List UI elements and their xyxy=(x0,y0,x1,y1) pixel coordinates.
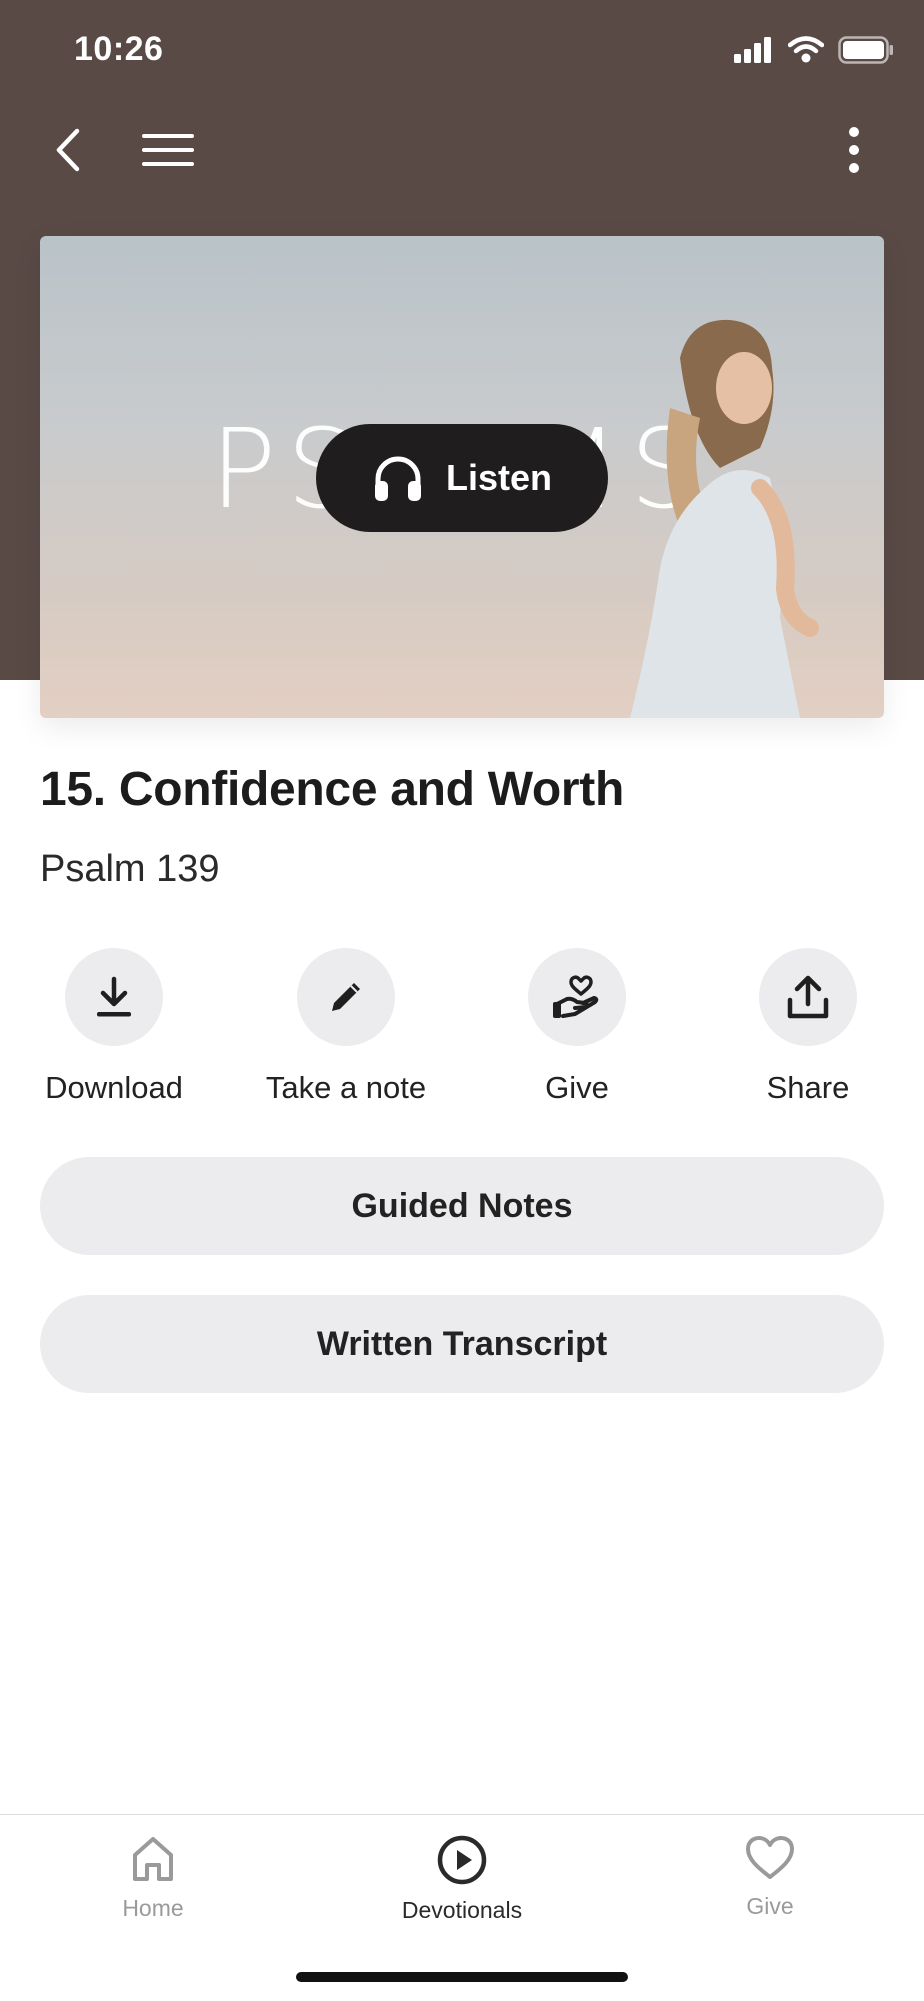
action-row: Download Take a note Give Share xyxy=(0,948,924,1118)
download-icon xyxy=(97,976,131,1017)
episode-passage: Psalm 139 xyxy=(40,848,220,890)
nav-bar xyxy=(0,110,924,190)
share-action-circle xyxy=(759,948,857,1046)
take-note-action-circle xyxy=(297,948,395,1046)
share-label: Share xyxy=(766,1070,850,1105)
play-circle-icon xyxy=(437,1835,487,1885)
home-icon xyxy=(133,1837,173,1881)
status-icons xyxy=(734,36,894,64)
more-options-button[interactable] xyxy=(814,110,894,190)
download-action-circle xyxy=(65,948,163,1046)
tab-devotionals[interactable]: Devotionals xyxy=(362,1835,562,1924)
give-label: Give xyxy=(545,1070,609,1105)
pencil-icon xyxy=(332,983,360,1011)
episode-artwork: PSALMS Listen xyxy=(40,236,884,718)
home-indicator xyxy=(296,1972,628,1982)
tab-give-label: Give xyxy=(746,1893,794,1919)
menu-button[interactable] xyxy=(128,110,208,190)
share-action[interactable]: Share xyxy=(708,948,908,1106)
back-button[interactable] xyxy=(28,110,108,190)
tab-home-label: Home xyxy=(122,1895,184,1921)
listen-label: Listen xyxy=(445,457,552,498)
tab-devotionals-label: Devotionals xyxy=(401,1897,523,1923)
battery-icon xyxy=(838,36,893,64)
heart-icon xyxy=(746,1836,794,1879)
written-transcript-button[interactable]: Written Transcript xyxy=(40,1295,884,1393)
download-label: Download xyxy=(45,1070,183,1105)
tab-home[interactable]: Home xyxy=(53,1835,253,1922)
more-vertical-icon xyxy=(849,127,859,173)
guided-notes-button[interactable]: Guided Notes xyxy=(40,1157,884,1255)
status-time: 10:26 xyxy=(74,30,164,68)
tab-give[interactable]: Give xyxy=(670,1835,870,1920)
chevron-left-icon xyxy=(56,128,80,172)
headphones-icon xyxy=(374,456,421,501)
listen-button[interactable]: Listen xyxy=(316,424,608,532)
take-note-action[interactable]: Take a note xyxy=(246,948,446,1106)
hamburger-icon xyxy=(142,134,194,166)
status-bar: 10:26 xyxy=(0,0,924,100)
artwork-person-illustration xyxy=(630,319,819,718)
give-action-circle xyxy=(528,948,626,1046)
signal-icon xyxy=(734,37,771,63)
download-action[interactable]: Download xyxy=(14,948,214,1106)
give-action[interactable]: Give xyxy=(477,948,677,1106)
share-icon xyxy=(787,975,829,1019)
wifi-icon xyxy=(788,36,824,63)
episode-title: 15. Confidence and Worth xyxy=(40,763,624,816)
take-note-label: Take a note xyxy=(265,1070,427,1105)
heart-hand-icon xyxy=(553,975,599,1018)
